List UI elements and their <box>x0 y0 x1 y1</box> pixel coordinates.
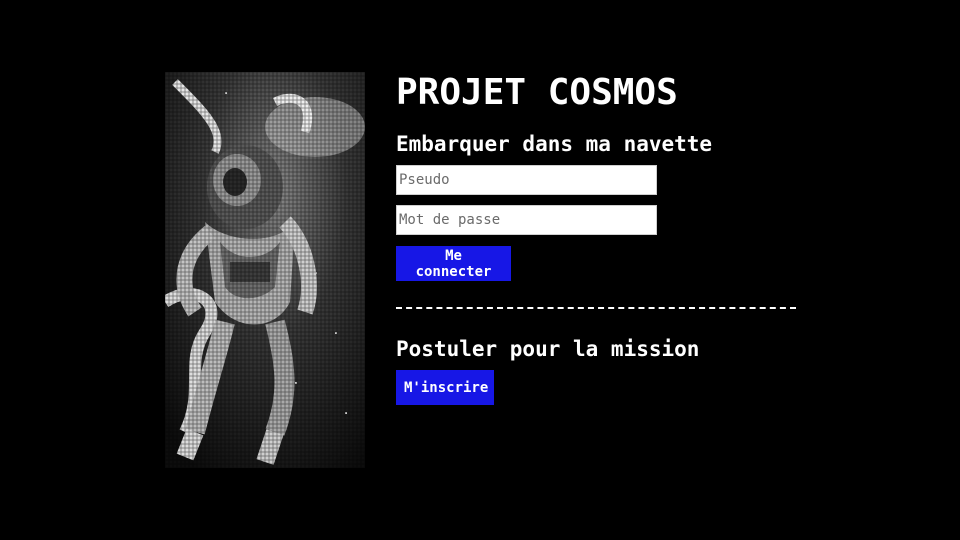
auth-panel: PROJET COSMOS Embarquer dans ma navette … <box>396 72 796 405</box>
signup-button[interactable]: M'inscrire <box>396 370 494 405</box>
password-field[interactable] <box>396 205 657 235</box>
username-field[interactable] <box>396 165 657 195</box>
login-button[interactable]: Me connecter <box>396 246 511 281</box>
login-heading: Embarquer dans ma navette <box>396 132 713 156</box>
astronaut-image <box>165 72 365 468</box>
divider <box>396 307 796 309</box>
signup-heading: Postuler pour la mission <box>396 337 700 361</box>
page-title: PROJET COSMOS <box>396 72 678 113</box>
